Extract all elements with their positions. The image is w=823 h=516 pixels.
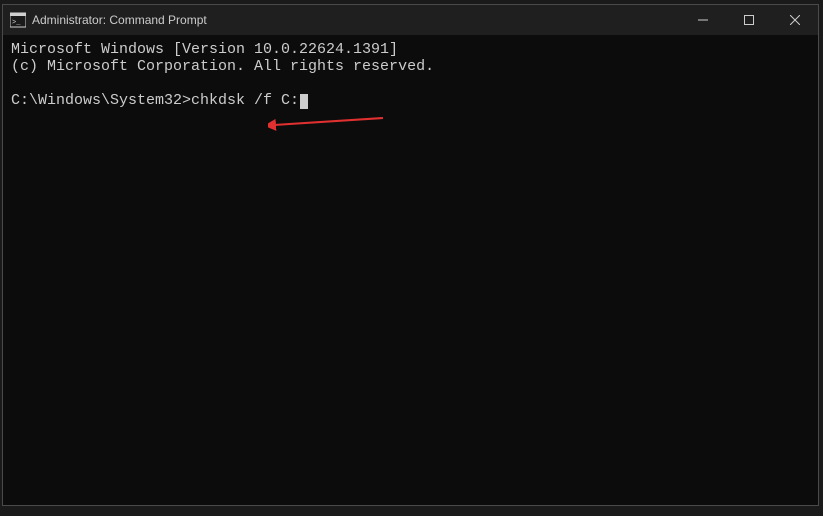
terminal-output[interactable]: Microsoft Windows [Version 10.0.22624.13… (3, 35, 818, 505)
window-title: Administrator: Command Prompt (32, 13, 207, 27)
blank-line (11, 75, 810, 92)
minimize-button[interactable] (680, 5, 726, 35)
output-line: (c) Microsoft Corporation. All rights re… (11, 58, 810, 75)
typed-command: chkdsk /f C: (191, 92, 299, 109)
command-prompt-window: >_ Administrator: Command Prompt Microso… (2, 4, 819, 506)
close-button[interactable] (772, 5, 818, 35)
prompt-line: C:\Windows\System32>chkdsk /f C: (11, 92, 810, 109)
output-line: Microsoft Windows [Version 10.0.22624.13… (11, 41, 810, 58)
cmd-icon: >_ (10, 12, 26, 28)
window-controls (680, 5, 818, 35)
text-cursor (300, 94, 308, 109)
annotation-arrow-icon (268, 112, 388, 132)
maximize-button[interactable] (726, 5, 772, 35)
prompt-path: C:\Windows\System32> (11, 92, 191, 109)
svg-text:>_: >_ (12, 19, 21, 27)
titlebar[interactable]: >_ Administrator: Command Prompt (3, 5, 818, 35)
